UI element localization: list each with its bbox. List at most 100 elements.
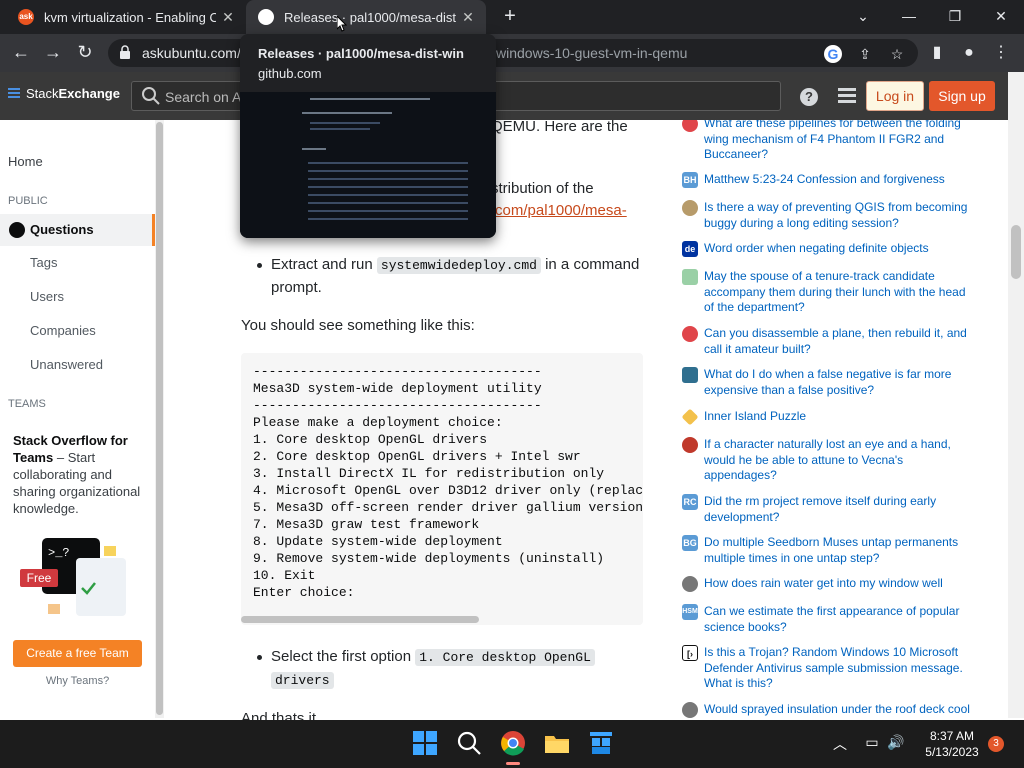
store-app-icon[interactable] [588,730,614,756]
nav-heading-public: PUBLIC [8,195,48,207]
signup-button[interactable]: Sign up [929,81,995,111]
hot-question-link[interactable]: What are these pipelines for between the… [704,120,970,163]
browser-tab-bar: ask kvm virtualization - Enabling Ope ✕ … [0,0,1024,34]
help-icon[interactable]: ? [800,88,818,106]
search-icon[interactable] [456,730,482,756]
nav-tags[interactable]: Tags [30,255,57,270]
hot-question-link[interactable]: Would sprayed insulation under the roof … [704,702,970,718]
windows-taskbar: ︿ ▭ 🔊 8:37 AM 5/13/2023 3 [0,720,1024,768]
url-path: windows-10-guest-vm-in-qemu [496,45,688,61]
close-tab-icon[interactable]: ✕ [456,9,480,26]
hot-question-link[interactable]: Inner Island Puzzle [704,409,970,425]
why-teams-link[interactable]: Why Teams? [13,675,142,687]
code-scrollbar[interactable] [241,614,643,624]
nav-users[interactable]: Users [30,289,64,304]
side-panel-icon[interactable]: ▮ [926,42,948,64]
hot-question-link[interactable]: If a character naturally lost an eye and… [704,437,970,484]
lock-icon [120,45,130,59]
active-app-indicator [506,762,520,765]
site-icon [682,326,698,342]
menu-kebab-icon[interactable]: ⋮ [990,42,1012,64]
bullet [257,263,262,268]
site-icon [682,367,698,383]
new-tab-button[interactable]: + [498,5,522,29]
hot-question-link[interactable]: How does rain water get into my window w… [704,576,970,592]
nav-companies[interactable]: Companies [30,323,96,338]
volume-icon[interactable]: 🔊 [886,734,906,751]
tab-search-chevron-icon[interactable]: ⌄ [840,0,886,34]
hot-question-link[interactable]: Do multiple Seedborn Muses untap permane… [704,535,970,566]
inline-code: 1. Core desktop OpenGL [415,649,595,666]
mesa-dist-link[interactable]: com/pal1000/mesa- [495,200,627,222]
browser-tab-github[interactable]: Releases · pal1000/mesa-dist-win ✕ [246,0,486,34]
back-button[interactable]: ← [10,42,32,64]
tray-chevron-up-icon[interactable]: ︿ [830,734,850,754]
paragraph-text: You should see something like this: [241,317,475,334]
browser-toolbar: ← → ↻ askubuntu.com/ windows-10-guest-vm… [0,34,1024,72]
hot-question-link[interactable]: Is there a way of preventing QGIS from b… [704,200,970,231]
nav-heading-teams: TEAMS [8,398,46,410]
logo-text: Stack [26,86,59,101]
site-switcher-icon[interactable] [838,88,856,104]
hot-question-link[interactable]: Word order when negating definite object… [704,241,970,257]
close-window-button[interactable]: ✕ [978,0,1024,34]
hot-question-link[interactable]: Matthew 5:23-24 Confession and forgivene… [704,172,970,188]
nav-questions[interactable]: Questions [0,214,155,246]
profile-icon[interactable]: ● [958,42,980,64]
hot-question-link[interactable]: Is this a Trojan? Random Windows 10 Micr… [704,645,970,692]
network-icon[interactable]: ▭ [862,734,882,751]
google-translate-icon[interactable]: G [824,45,842,63]
create-team-button[interactable]: Create a free Team [13,640,142,667]
hot-question-link[interactable]: May the spouse of a tenure-track candida… [704,269,970,316]
hot-question-link[interactable]: Can you disassemble a plane, then rebuil… [704,326,970,357]
step-text: Extract and run [271,256,377,273]
nav-unanswered[interactable]: Unanswered [30,357,103,372]
nav-home[interactable]: Home [8,154,43,169]
site-icon [682,120,698,132]
logo-text-bold: Exchange [58,86,120,101]
stackexchange-logo[interactable]: Stack Exchange [8,86,120,101]
windows-start-icon[interactable] [412,730,438,756]
tab-title: Releases · pal1000/mesa-dist-win [284,9,456,25]
list-item: Extract and run systemwidedeploy.cmd in … [271,254,651,299]
reload-button[interactable]: ↻ [74,42,96,64]
paragraph-text: stribution of the [491,180,594,197]
sidebar-scrollbar[interactable] [155,120,164,718]
askubuntu-favicon-icon: ask [18,9,34,25]
bookmark-star-icon[interactable]: ☆ [888,45,906,63]
taskbar-clock[interactable]: 8:37 AM 5/13/2023 [920,728,984,760]
hover-card-domain: github.com [258,66,322,81]
browser-tab-askubuntu[interactable]: ask kvm virtualization - Enabling Ope ✕ [0,0,246,34]
restore-button[interactable]: ❐ [932,0,978,34]
site-icon: [› [682,645,698,661]
share-icon[interactable]: ⇪ [856,45,874,63]
file-explorer-icon[interactable] [544,730,570,756]
page-scrollbar-thumb[interactable] [1011,225,1021,279]
hot-question-link[interactable]: Did the rm project remove itself during … [704,494,970,525]
left-sidebar: Home PUBLIC Questions Tags Users Compani… [0,120,155,720]
inline-code: systemwidedeploy.cmd [376,257,541,274]
globe-icon [9,222,25,238]
stackexchange-menu-icon [8,87,20,100]
close-tab-icon[interactable]: ✕ [216,9,240,26]
minimize-button[interactable]: — [886,0,932,34]
login-button[interactable]: Log in [866,81,924,111]
search-icon [142,87,160,105]
bullet [257,655,262,660]
hot-question-link[interactable]: What do I do when a false negative is fa… [704,367,970,398]
site-icon [681,408,699,426]
page-scrollbar[interactable] [1008,72,1024,718]
paragraph-text: And thats it [241,710,317,720]
forward-button[interactable]: → [42,42,64,64]
code-scrollbar-thumb[interactable] [241,616,479,623]
chrome-icon[interactable] [500,730,526,756]
notification-badge[interactable]: 3 [988,736,1004,752]
tab-preview-thumbnail [240,92,496,238]
sidebar-scrollbar-thumb[interactable] [156,122,163,715]
address-bar[interactable]: askubuntu.com/ windows-10-guest-vm-in-qe… [108,39,918,67]
tab-title: kvm virtualization - Enabling Ope [44,9,216,25]
site-icon: de [682,241,698,257]
hot-question-link[interactable]: Can we estimate the first appearance of … [704,604,970,635]
hot-network-questions: What are these pipelines for between the… [680,120,980,720]
code-block: ------------------------------------- Me… [241,353,643,625]
